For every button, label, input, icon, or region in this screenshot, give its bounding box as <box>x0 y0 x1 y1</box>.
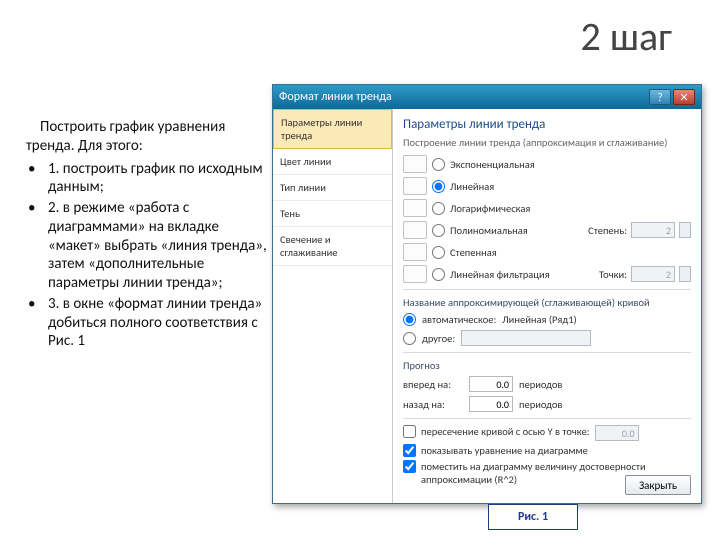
label-movingavg: Линейная фильтрация <box>450 268 550 281</box>
section-name: Название аппроксимирующей (сглаживающей)… <box>403 296 691 309</box>
input-forward[interactable] <box>469 376 513 392</box>
section-forecast: Прогноз <box>403 359 691 372</box>
help-button[interactable]: ? <box>649 89 671 105</box>
label-points: Точки: <box>599 268 627 281</box>
label-exponential: Экспоненциальная <box>450 158 535 171</box>
instructions-lead: Построить график уравнения тренда. Для э… <box>26 118 272 156</box>
radio-movingavg[interactable] <box>432 268 445 281</box>
checkbox-intercept[interactable] <box>403 425 416 438</box>
dialog-sidebar: Параметры линии тренда Цвет линии Тип ли… <box>273 109 393 503</box>
dialog-main: Параметры линии тренда Построение линии … <box>393 109 701 503</box>
radio-name-other[interactable] <box>403 332 416 345</box>
instructions-item: 2. в режиме «работа с диаграммами» на вк… <box>26 199 272 293</box>
checkbox-show-equation[interactable] <box>403 444 416 457</box>
trend-thumb-movingavg <box>403 265 427 283</box>
panel-subheading: Построение линии тренда (аппроксимация и… <box>403 136 691 149</box>
label-linear: Линейная <box>450 180 494 193</box>
label-logarithmic: Логарифмическая <box>450 202 530 215</box>
label-name-auto: автоматическое: <box>422 313 496 326</box>
slide-title: 2 шаг <box>581 12 672 61</box>
panel-heading: Параметры линии тренда <box>403 117 691 132</box>
radio-polynomial[interactable] <box>432 224 445 237</box>
input-points[interactable] <box>631 266 675 282</box>
label-degree: Степень: <box>588 224 627 237</box>
input-backward[interactable] <box>469 396 513 412</box>
instructions-item: 3. в окне «формат линии тренда» добиться… <box>26 295 272 351</box>
label-backward-units: периодов <box>519 398 562 411</box>
trendline-format-dialog: Формат линии тренда ? ✕ Параметры линии … <box>272 84 702 504</box>
input-name-other[interactable] <box>461 330 591 346</box>
trend-thumb-power <box>403 243 427 261</box>
input-intercept[interactable] <box>595 425 639 441</box>
instructions-item: 1. построить график по исходным данным; <box>26 160 272 198</box>
instructions-block: Построить график уравнения тренда. Для э… <box>26 118 272 353</box>
sidebar-item-shadow[interactable]: Тень <box>273 201 392 227</box>
label-forward: вперед на: <box>403 378 463 391</box>
label-backward: назад на: <box>403 398 463 411</box>
label-name-other: другое: <box>422 332 455 345</box>
sidebar-item-line-color[interactable]: Цвет линии <box>273 149 392 175</box>
spinner-points[interactable] <box>679 266 691 282</box>
window-close-button[interactable]: ✕ <box>673 89 695 105</box>
checkbox-show-r2[interactable] <box>403 460 416 473</box>
label-intercept: пересечение кривой с осью Y в точке: <box>421 425 590 438</box>
figure-caption: Рис. 1 <box>488 504 578 530</box>
radio-power[interactable] <box>432 246 445 259</box>
spinner-degree[interactable] <box>679 222 691 238</box>
dialog-title: Формат линии тренда <box>279 90 392 104</box>
label-show-equation: показывать уравнение на диаграмме <box>421 444 588 457</box>
sidebar-item-trendline-options[interactable]: Параметры линии тренда <box>273 109 392 149</box>
radio-exponential[interactable] <box>432 158 445 171</box>
radio-logarithmic[interactable] <box>432 202 445 215</box>
label-power: Степенная <box>450 246 497 259</box>
sidebar-item-line-style[interactable]: Тип линии <box>273 175 392 201</box>
radio-name-auto[interactable] <box>403 313 416 326</box>
input-degree[interactable] <box>631 222 675 238</box>
sidebar-item-glow[interactable]: Свечение и сглаживание <box>273 227 392 266</box>
label-polynomial: Полиномиальная <box>450 224 528 237</box>
trend-thumb-logarithmic <box>403 199 427 217</box>
label-forward-units: периодов <box>519 378 562 391</box>
trend-thumb-exponential <box>403 155 427 173</box>
close-button[interactable]: Закрыть <box>625 475 691 495</box>
trend-thumb-polynomial <box>403 221 427 239</box>
value-name-auto: Линейная (Ряд1) <box>502 313 576 326</box>
radio-linear[interactable] <box>432 180 445 193</box>
trend-thumb-linear <box>403 177 427 195</box>
dialog-titlebar[interactable]: Формат линии тренда ? ✕ <box>273 85 701 109</box>
